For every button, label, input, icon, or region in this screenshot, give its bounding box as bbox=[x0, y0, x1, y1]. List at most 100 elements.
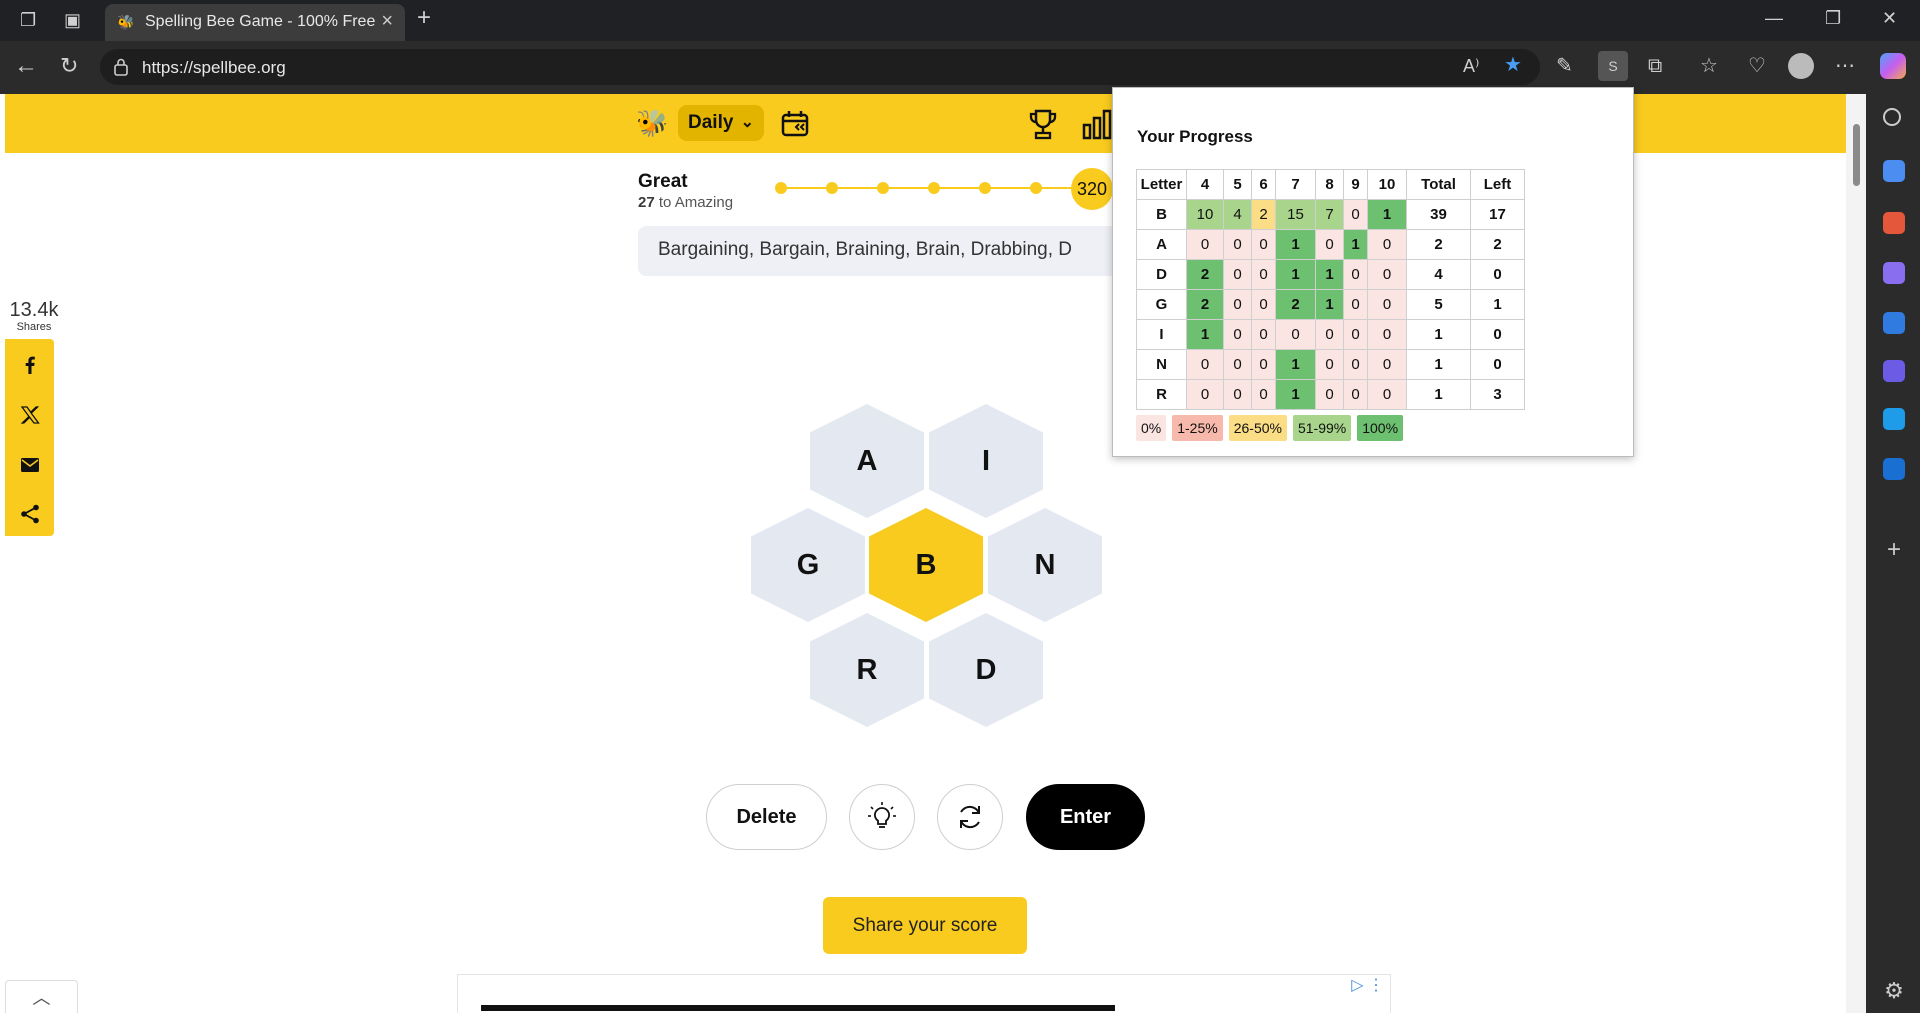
row-letter-cell: I bbox=[1136, 319, 1187, 350]
address-bar-input[interactable]: https://spellbee.org A⁾ ★ bbox=[100, 49, 1540, 85]
count-cell: 1 bbox=[1275, 229, 1316, 260]
enter-button[interactable]: Enter bbox=[1026, 784, 1145, 850]
window-close-icon[interactable]: ✕ bbox=[1882, 8, 1897, 28]
back-icon[interactable]: ← bbox=[14, 54, 38, 78]
extensions-icon[interactable]: ⧉ bbox=[1648, 55, 1662, 77]
shopping-tag-icon[interactable] bbox=[1883, 160, 1905, 182]
total-cell: 4 bbox=[1406, 259, 1471, 290]
profile-avatar-icon[interactable] bbox=[1788, 53, 1814, 79]
count-cell: 1 bbox=[1343, 229, 1368, 260]
hive-letter-outer[interactable]: D bbox=[929, 613, 1043, 727]
count-cell: 0 bbox=[1343, 349, 1368, 380]
count-cell: 0 bbox=[1251, 289, 1276, 320]
scrollbar-thumb[interactable] bbox=[1853, 124, 1860, 186]
tools-briefcase-icon[interactable] bbox=[1883, 212, 1905, 234]
count-cell: 0 bbox=[1186, 349, 1224, 380]
ad-choices-icon[interactable]: ▷ ⋮ bbox=[1351, 975, 1384, 995]
spellbee-extension-icon[interactable]: S bbox=[1598, 51, 1628, 81]
delete-button[interactable]: Delete bbox=[706, 784, 827, 850]
microsoft-365-icon[interactable] bbox=[1883, 312, 1905, 334]
left-cell: 1 bbox=[1470, 289, 1525, 320]
favorites-icon[interactable]: ☆ bbox=[1700, 55, 1718, 77]
calendar-icon[interactable] bbox=[781, 110, 811, 138]
left-cell: 17 bbox=[1470, 199, 1525, 230]
games-chess-icon[interactable] bbox=[1883, 262, 1905, 284]
table-header-cell: Left bbox=[1470, 169, 1525, 200]
count-cell: 0 bbox=[1343, 199, 1368, 230]
count-cell: 0 bbox=[1367, 289, 1407, 320]
favorite-star-icon[interactable]: ★ bbox=[1504, 54, 1522, 76]
count-cell: 1 bbox=[1315, 259, 1344, 290]
mode-dropdown[interactable]: Daily ⌄ bbox=[678, 105, 764, 141]
progress-table: Letter 4 5 6 7 8 9 10 Total Left B 10 4 2 15 7 0 1 39 17 A 0… bbox=[1136, 169, 1525, 410]
count-cell: 10 bbox=[1186, 199, 1224, 230]
legend-swatch: 51-99% bbox=[1292, 415, 1352, 441]
count-cell: 0 bbox=[1186, 229, 1224, 260]
shuffle-refresh-icon bbox=[960, 805, 980, 829]
hint-button[interactable] bbox=[849, 784, 915, 850]
table-body: B 10 4 2 15 7 0 1 39 17 A 0 0 0 1 0 1 0 2 2 D 2 0 0 1 1 0 0 4 0 G 2 0 0 2 1… bbox=[1136, 199, 1525, 410]
search-icon[interactable] bbox=[1883, 108, 1901, 126]
count-cell: 0 bbox=[1251, 319, 1276, 350]
share-count: 13.4k bbox=[9, 299, 59, 321]
dropper-extension-icon[interactable]: ✎ bbox=[1556, 55, 1573, 77]
left-cell: 2 bbox=[1470, 229, 1525, 260]
count-cell: 0 bbox=[1367, 259, 1407, 290]
settings-more-icon[interactable]: ⋯ bbox=[1835, 55, 1855, 77]
found-words-list[interactable]: Bargaining, Bargain, Braining, Brain, Dr… bbox=[638, 226, 1118, 276]
count-cell: 0 bbox=[1343, 379, 1368, 410]
count-cell: 0 bbox=[1367, 319, 1407, 350]
trophy-icon[interactable] bbox=[1028, 108, 1058, 140]
count-cell: 0 bbox=[1223, 319, 1252, 350]
popup-title: Your Progress bbox=[1137, 127, 1253, 146]
count-cell: 0 bbox=[1367, 379, 1407, 410]
hive-letter-outer[interactable]: I bbox=[929, 404, 1043, 518]
bee-logo-icon[interactable]: 🐝 bbox=[636, 108, 668, 139]
row-letter-cell: N bbox=[1136, 349, 1187, 380]
table-header-cell: 8 bbox=[1315, 169, 1344, 200]
new-tab-icon[interactable]: + bbox=[417, 6, 431, 30]
row-letter-cell: B bbox=[1136, 199, 1187, 230]
send-telegram-icon[interactable] bbox=[1883, 408, 1905, 430]
table-header-cell: 9 bbox=[1343, 169, 1368, 200]
legend-swatch: 100% bbox=[1357, 415, 1404, 441]
share-score-button[interactable]: Share your score bbox=[823, 897, 1027, 954]
window-restore-icon[interactable]: ❐ bbox=[1825, 8, 1841, 28]
hive-letter-outer[interactable]: G bbox=[751, 508, 865, 622]
count-cell: 1 bbox=[1275, 349, 1316, 380]
sidebar-settings-gear-icon[interactable]: ⚙ bbox=[1883, 980, 1905, 1002]
hive-letter-outer[interactable]: N bbox=[988, 508, 1102, 622]
facebook-icon[interactable] bbox=[19, 354, 41, 376]
shuffle-button[interactable] bbox=[937, 784, 1003, 850]
table-row: I100000010 bbox=[1136, 319, 1525, 350]
reload-icon[interactable]: ↻ bbox=[60, 55, 78, 77]
vertical-tabs-icon[interactable]: ▣ bbox=[64, 10, 81, 30]
email-icon[interactable] bbox=[19, 454, 41, 476]
workspaces-icon[interactable]: ❐ bbox=[20, 10, 36, 30]
page-scrollbar[interactable] bbox=[1846, 94, 1866, 1013]
share-icon[interactable] bbox=[19, 503, 41, 525]
stats-bars-icon[interactable] bbox=[1082, 108, 1112, 140]
lock-icon bbox=[114, 58, 128, 76]
progress-popup: Your Progress Letter 4 5 6 7 8 9 10 Total Left B1… bbox=[1112, 87, 1634, 457]
hive-letter-outer[interactable]: A bbox=[810, 404, 924, 518]
hive-letter-outer[interactable]: R bbox=[810, 613, 924, 727]
rank-level: Great bbox=[638, 171, 688, 192]
outlook-icon[interactable] bbox=[1883, 458, 1905, 480]
browser-tab-active[interactable]: 🐝 Spelling Bee Game - 100% Free × bbox=[105, 4, 405, 41]
browser-titlebar: ❐ ▣ 🐝 Spelling Bee Game - 100% Free × + … bbox=[0, 0, 1920, 41]
hive-letter-center[interactable]: B bbox=[869, 508, 983, 622]
legend-swatch: 1-25% bbox=[1172, 415, 1223, 441]
table-header-cell: Total bbox=[1406, 169, 1471, 200]
rank-progress-dot bbox=[928, 182, 940, 194]
copilot-icon[interactable] bbox=[1880, 53, 1906, 79]
browser-essentials-icon[interactable]: ♡ bbox=[1748, 55, 1766, 77]
table-row: B 10 4 2 15 7 0 1 39 17 bbox=[1136, 199, 1525, 230]
collapse-up-button[interactable]: ︿ bbox=[5, 980, 78, 1013]
window-minimize-icon[interactable]: — bbox=[1765, 8, 1783, 28]
tab-close-icon[interactable]: × bbox=[381, 10, 393, 33]
read-aloud-icon[interactable]: A⁾ bbox=[1463, 55, 1479, 77]
add-sidebar-app-icon[interactable]: + bbox=[1883, 538, 1905, 562]
x-twitter-icon[interactable] bbox=[19, 404, 41, 426]
copilot-drop-icon[interactable] bbox=[1883, 360, 1905, 382]
